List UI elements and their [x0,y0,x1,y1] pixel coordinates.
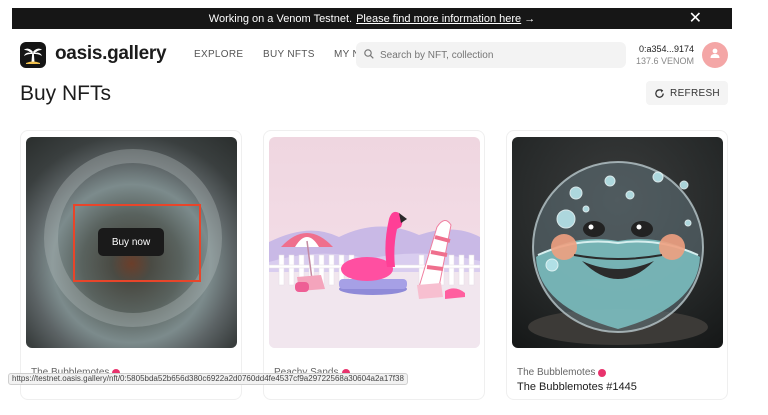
nft-card[interactable]: Peachy Sands [263,130,485,400]
banner-info-link[interactable]: Please find more information here [356,13,521,25]
refresh-icon [654,88,665,99]
testnet-banner: Working on a Venom Testnet. Please find … [12,8,732,29]
collection-label: The Bubblemotes [517,367,596,378]
wallet-balance: 137.6 VENOM [635,56,694,66]
search-icon [364,46,374,64]
refresh-button[interactable]: REFRESH [646,81,728,105]
refresh-label: REFRESH [670,87,720,99]
brand-name[interactable]: oasis.gallery [55,43,167,65]
search-bar[interactable] [356,42,626,68]
nft-image[interactable] [269,137,480,348]
nft-name[interactable]: The Bubblemotes #1445 [517,381,637,393]
arrow-right-icon[interactable]: → [524,13,535,25]
collection-name[interactable]: The Bubblemotes [517,367,607,378]
palm-tree-logo-icon[interactable] [20,42,46,68]
header: oasis.gallery EXPLORE BUY NFTS MY N 0:a3… [0,38,732,74]
avatar[interactable] [702,42,728,68]
wallet-address: 0:a354...9174 [638,44,694,54]
nft-image[interactable] [512,137,723,348]
bubble-creature-illustration [528,161,708,345]
nav-explore[interactable]: EXPLORE [194,49,243,60]
verified-icon [598,368,607,377]
beach-scene-illustration [269,211,480,348]
banner-text: Working on a Venom Testnet. [208,12,353,25]
search-input[interactable] [380,49,610,61]
page-title: Buy NFTs [20,82,112,105]
nav-buy-nfts[interactable]: BUY NFTS [263,49,315,60]
browser-status-url: https://testnet.oasis.gallery/nft/0:5805… [8,373,408,385]
user-icon [709,46,721,64]
close-icon[interactable]: ✕ [689,9,702,28]
nft-image[interactable]: Buy now [26,137,237,348]
nft-card[interactable]: The Bubblemotes The Bubblemotes #1445 [506,130,728,400]
wallet-info[interactable]: 0:a354...9174 137.6 VENOM [636,43,694,67]
buy-now-button[interactable]: Buy now [98,228,164,256]
nft-card[interactable]: Buy now The Bubblemotes [20,130,242,400]
